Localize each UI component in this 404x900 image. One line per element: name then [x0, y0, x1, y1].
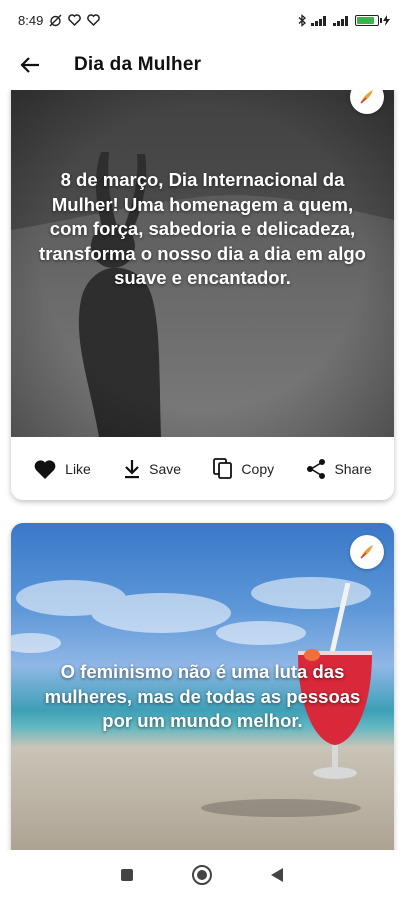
alarm-off-icon: [49, 14, 62, 27]
app-bar: Dia da Mulher: [0, 40, 404, 90]
nav-back-button[interactable]: [263, 861, 291, 889]
save-label: Save: [149, 460, 182, 477]
quill-icon: [360, 90, 373, 104]
square-icon: [121, 869, 134, 881]
signal-icon: [333, 15, 351, 26]
circle-icon: [191, 865, 212, 885]
heart-notification-icon: [87, 14, 101, 26]
status-bar: 8:49: [0, 0, 404, 40]
arrow-left-icon: [20, 57, 39, 73]
share-icon: [307, 458, 326, 479]
copy-icon: [213, 457, 233, 479]
battery-fill: [357, 16, 374, 24]
heart-icon: [34, 459, 56, 479]
share-label: Share: [334, 460, 372, 477]
signal-icon: [311, 15, 329, 26]
download-icon: [125, 459, 140, 478]
save-button[interactable]: Save: [123, 459, 181, 479]
card-actions: Like Save Copy Share: [11, 437, 394, 500]
heart-notification-icon: [68, 14, 82, 26]
quill-icon: [360, 545, 373, 559]
quote-image[interactable]: 8 de março, Dia Internacional da Mulher!…: [11, 90, 394, 437]
quote-feed[interactable]: 8 de março, Dia Internacional da Mulher!…: [0, 90, 404, 850]
status-time: 8:49: [18, 12, 44, 28]
triangle-back-icon: [270, 868, 283, 882]
back-button[interactable]: [18, 53, 42, 77]
share-button[interactable]: Share: [306, 458, 372, 480]
quote-image[interactable]: O feminismo não é uma luta das mulheres,…: [11, 523, 394, 850]
recent-apps-button[interactable]: [113, 861, 141, 889]
page-title: Dia da Mulher: [74, 54, 202, 75]
copy-button[interactable]: Copy: [213, 457, 275, 480]
quote-card: O feminismo não é uma luta das mulheres,…: [11, 523, 394, 850]
quote-text: 8 de março, Dia Internacional da Mulher!…: [39, 169, 366, 288]
quote-text: O feminismo não é uma luta das mulheres,…: [44, 661, 361, 731]
status-right: [297, 13, 390, 27]
like-label: Like: [65, 460, 91, 477]
bluetooth-icon: [297, 13, 307, 27]
system-nav-bar: [0, 850, 404, 900]
copy-label: Copy: [241, 460, 275, 477]
status-left: 8:49: [18, 12, 101, 28]
home-button[interactable]: [188, 861, 216, 889]
like-button[interactable]: Like: [33, 458, 91, 480]
app-logo-badge: [350, 535, 384, 569]
battery-icon: [355, 14, 382, 26]
charging-icon: [383, 14, 390, 26]
quote-card: 8 de março, Dia Internacional da Mulher!…: [11, 90, 394, 500]
